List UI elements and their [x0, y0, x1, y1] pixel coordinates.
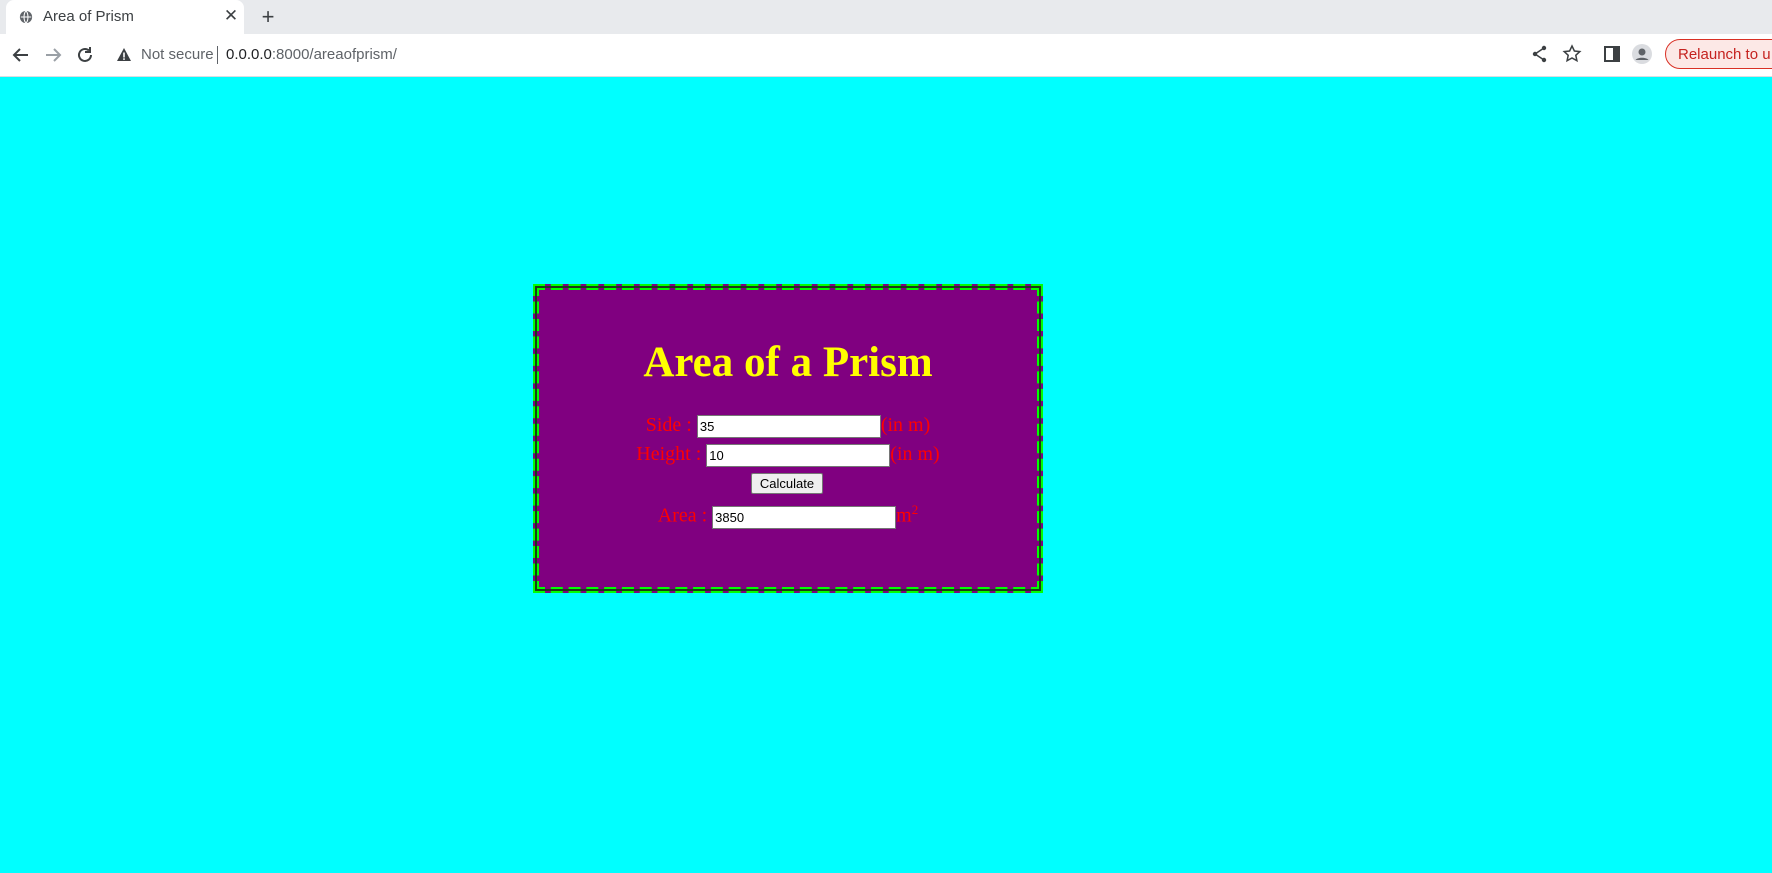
security-label[interactable]: Not secure — [141, 46, 214, 63]
url-path: :8000/areaofprism/ — [271, 46, 397, 63]
calculator-form: Area of a Prism Side : (in m) Height : (… — [539, 290, 1037, 587]
browser-toolbar: Not secure 0.0.0.0:8000/areaofprism/ Rel… — [0, 34, 1772, 77]
browser-tab[interactable]: Area of Prism ✕ — [6, 0, 244, 34]
calculator-card: Area of a Prism Side : (in m) Height : (… — [533, 284, 1043, 593]
area-row: Area : m2 — [539, 502, 1037, 529]
side-input[interactable] — [696, 414, 881, 438]
profile-avatar-icon[interactable] — [1632, 44, 1652, 64]
area-label: Area : — [657, 504, 713, 527]
url-host: 0.0.0.0 — [226, 46, 272, 63]
height-label: Height : — [636, 443, 707, 465]
area-unit: m — [896, 504, 912, 527]
side-unit: (in m) — [880, 414, 931, 436]
share-icon[interactable] — [1530, 44, 1550, 64]
area-output[interactable] — [712, 505, 897, 529]
new-tab-icon[interactable]: + — [256, 6, 280, 28]
back-arrow-icon[interactable] — [10, 44, 32, 66]
globe-icon — [19, 10, 33, 24]
forward-arrow-icon[interactable] — [42, 44, 64, 66]
calculate-button[interactable]: Calculate — [751, 473, 823, 494]
height-unit: (in m) — [890, 443, 940, 465]
side-label: Side : — [645, 414, 697, 436]
tab-strip: Area of Prism ✕ + — [0, 0, 1772, 34]
relaunch-button[interactable]: Relaunch to u — [1665, 39, 1772, 69]
divider — [217, 46, 218, 64]
bookmark-star-icon[interactable] — [1562, 44, 1582, 64]
area-unit-exponent: 2 — [911, 502, 919, 517]
height-input[interactable] — [706, 443, 891, 467]
height-row: Height : (in m) — [539, 443, 1037, 467]
page-title: Area of a Prism — [643, 339, 933, 386]
warning-icon[interactable] — [116, 47, 132, 63]
tab-title: Area of Prism — [43, 8, 134, 25]
address-bar[interactable]: Not secure 0.0.0.0:8000/areaofprism/ — [108, 38, 1648, 71]
url-text[interactable]: 0.0.0.0:8000/areaofprism/ — [226, 46, 397, 63]
side-row: Side : (in m) — [539, 414, 1037, 438]
reload-icon[interactable] — [74, 44, 96, 66]
tab-close-icon[interactable]: ✕ — [222, 7, 240, 25]
side-panel-icon[interactable] — [1602, 44, 1622, 64]
